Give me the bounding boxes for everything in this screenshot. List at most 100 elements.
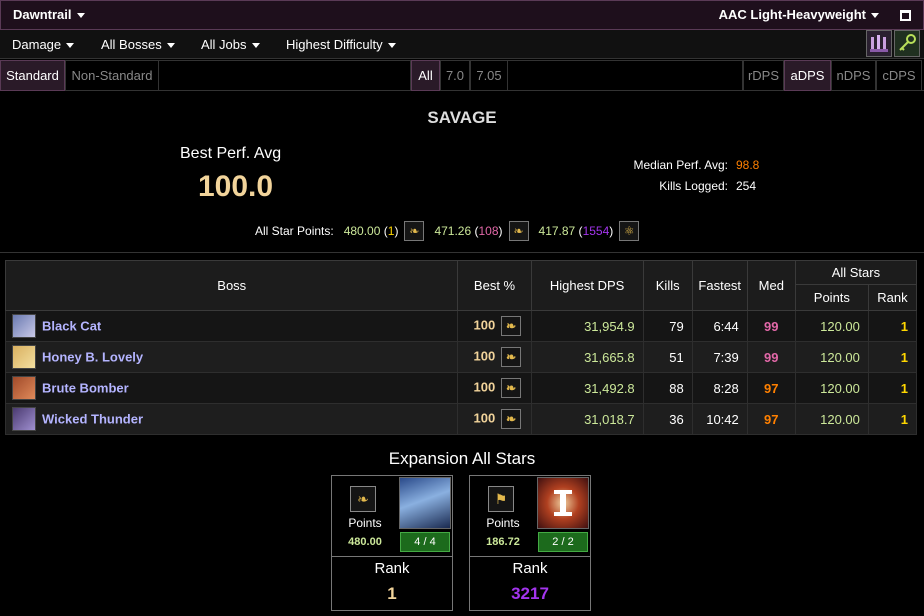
fastest[interactable]: 8:28 xyxy=(691,372,748,404)
difficulty-dropdown[interactable]: Highest Difficulty xyxy=(286,37,396,52)
best-pct: 100 xyxy=(473,317,496,333)
zone-dropdown[interactable]: AAC Light-Heavyweight xyxy=(719,7,879,22)
points-label: Points xyxy=(348,516,382,530)
tab-rdps[interactable]: rDPS xyxy=(743,60,784,91)
rank[interactable]: 1 xyxy=(867,310,918,342)
tab-cdps[interactable]: cDPS xyxy=(876,60,922,91)
highest-dps[interactable]: 31,665.8 xyxy=(530,341,644,373)
all-star-points: All Star Points: 480.00 (1) ❧ 471.26 (10… xyxy=(255,220,649,242)
tab-patch-7-05[interactable]: 7.05 xyxy=(470,60,508,91)
asp-3-rank: 1554 xyxy=(582,224,610,238)
kills-logged-label: Kills Logged: xyxy=(659,179,728,193)
col-points[interactable]: Points xyxy=(794,284,869,311)
divider xyxy=(332,556,452,557)
expansion-dropdown[interactable]: Dawntrail xyxy=(13,7,85,22)
expansion-card-extreme[interactable]: ⚑ Points 186.72 2 / 2 Rank 3217 xyxy=(469,475,591,611)
fastest[interactable]: 7:39 xyxy=(691,341,748,373)
key-icon[interactable] xyxy=(894,30,920,57)
col-boss[interactable]: Boss xyxy=(4,260,459,311)
fastest[interactable]: 6:44 xyxy=(691,310,748,342)
fastest[interactable]: 10:42 xyxy=(691,403,748,435)
boss-name[interactable]: Wicked Thunder xyxy=(42,412,143,427)
metric-dropdown[interactable]: Damage xyxy=(12,37,75,52)
top-bar: Dawntrail AAC Light-Heavyweight xyxy=(0,0,924,30)
points: 120.00 xyxy=(794,372,869,404)
col-highest-dps[interactable]: Highest DPS xyxy=(530,260,644,311)
kills: 88 xyxy=(642,372,693,404)
points-value: 186.72 xyxy=(486,536,520,548)
rank[interactable]: 1 xyxy=(867,341,918,373)
jobs-dropdown[interactable]: All Jobs xyxy=(201,37,260,52)
points: 120.00 xyxy=(794,310,869,342)
table-row[interactable]: Black Cat 100 ❧ 31,954.9 79 6:44 99 120.0… xyxy=(4,310,918,342)
party-icon[interactable] xyxy=(866,30,892,57)
all-star-label: All Star Points: xyxy=(255,224,334,238)
filter-spacer xyxy=(508,60,743,91)
best-perf-value: 100.0 xyxy=(198,170,274,203)
brute-bomber-icon xyxy=(12,376,36,400)
caret-down-icon xyxy=(66,43,75,49)
table-row[interactable]: Wicked Thunder 100 ❧ 31,018.7 36 10:42 97… xyxy=(4,403,918,435)
maximize-icon[interactable] xyxy=(900,10,911,21)
highest-dps[interactable]: 31,018.7 xyxy=(530,403,644,435)
metric-label: Damage xyxy=(12,37,62,52)
wicked-thunder-icon xyxy=(12,407,36,431)
col-best[interactable]: Best % xyxy=(457,260,532,311)
table-row[interactable]: Honey B. Lovely 100 ❧ 31,665.8 51 7:39 99… xyxy=(4,341,918,373)
tab-non-standard[interactable]: Non-Standard xyxy=(65,60,159,91)
caret-down-icon xyxy=(871,13,879,19)
kills: 36 xyxy=(642,403,693,435)
boss-name[interactable]: Black Cat xyxy=(42,319,101,334)
savage-icon: ❧ xyxy=(501,378,522,398)
boss-name[interactable]: Brute Bomber xyxy=(42,381,129,396)
zone-art-image xyxy=(537,477,589,529)
boss-name[interactable]: Honey B. Lovely xyxy=(42,350,143,365)
median-perf-value: 98.8 xyxy=(736,158,760,172)
bosses-dropdown[interactable]: All Bosses xyxy=(101,37,175,52)
col-med[interactable]: Med xyxy=(746,260,796,311)
tab-adps[interactable]: aDPS xyxy=(784,60,831,91)
points-value: 480.00 xyxy=(348,536,382,548)
table-row[interactable]: Brute Bomber 100 ❧ 31,492.8 88 8:28 97 12… xyxy=(4,372,918,404)
zone-art-image xyxy=(399,477,451,529)
tab-standard[interactable]: Standard xyxy=(0,60,65,91)
best-pct: 100 xyxy=(473,410,496,426)
rank[interactable]: 1 xyxy=(867,403,918,435)
best-pct: 100 xyxy=(473,379,496,395)
points: 120.00 xyxy=(794,403,869,435)
honey-b-lovely-icon xyxy=(12,345,36,369)
menu-bar: Damage All Bosses All Jobs Highest Diffi… xyxy=(0,30,924,59)
asp-savage-rank: 1 xyxy=(387,224,395,238)
filter-spacer xyxy=(159,60,411,91)
expansion-label: Dawntrail xyxy=(13,7,72,22)
median: 97 xyxy=(746,372,796,404)
asp-2-value: 471.26 xyxy=(434,224,472,238)
median: 97 xyxy=(746,403,796,435)
expansion-card-savage[interactable]: ❧ Points 480.00 4 / 4 Rank 1 xyxy=(331,475,453,611)
kill-count-badge: 2 / 2 xyxy=(538,532,588,552)
normal-icon[interactable]: ⚛ xyxy=(619,221,640,241)
highest-dps[interactable]: 31,954.9 xyxy=(530,310,644,342)
savage-icon: ❧ xyxy=(501,409,522,429)
divider xyxy=(470,556,590,557)
tab-patch-all[interactable]: All xyxy=(411,60,440,91)
section-title: SAVAGE xyxy=(427,108,497,127)
expansion-all-stars-title: Expansion All Stars xyxy=(388,449,536,468)
col-rank[interactable]: Rank xyxy=(867,284,918,311)
savage-icon[interactable]: ❧ xyxy=(404,221,425,241)
caret-down-icon xyxy=(387,43,396,49)
col-fastest[interactable]: Fastest xyxy=(691,260,748,311)
tab-ndps[interactable]: nDPS xyxy=(831,60,876,91)
savage-icon[interactable]: ❧ xyxy=(508,221,529,241)
asp-3-value: 417.87 xyxy=(538,224,576,238)
black-cat-icon xyxy=(12,314,36,338)
highest-dps[interactable]: 31,492.8 xyxy=(530,372,644,404)
col-all-stars: All Stars xyxy=(794,260,918,285)
points-label: Points xyxy=(486,516,520,530)
col-kills[interactable]: Kills xyxy=(642,260,693,311)
median: 99 xyxy=(746,310,796,342)
difficulty-label: Highest Difficulty xyxy=(286,37,383,52)
caret-down-icon xyxy=(166,43,175,49)
rank[interactable]: 1 xyxy=(867,372,918,404)
tab-patch-7-0[interactable]: 7.0 xyxy=(440,60,470,91)
